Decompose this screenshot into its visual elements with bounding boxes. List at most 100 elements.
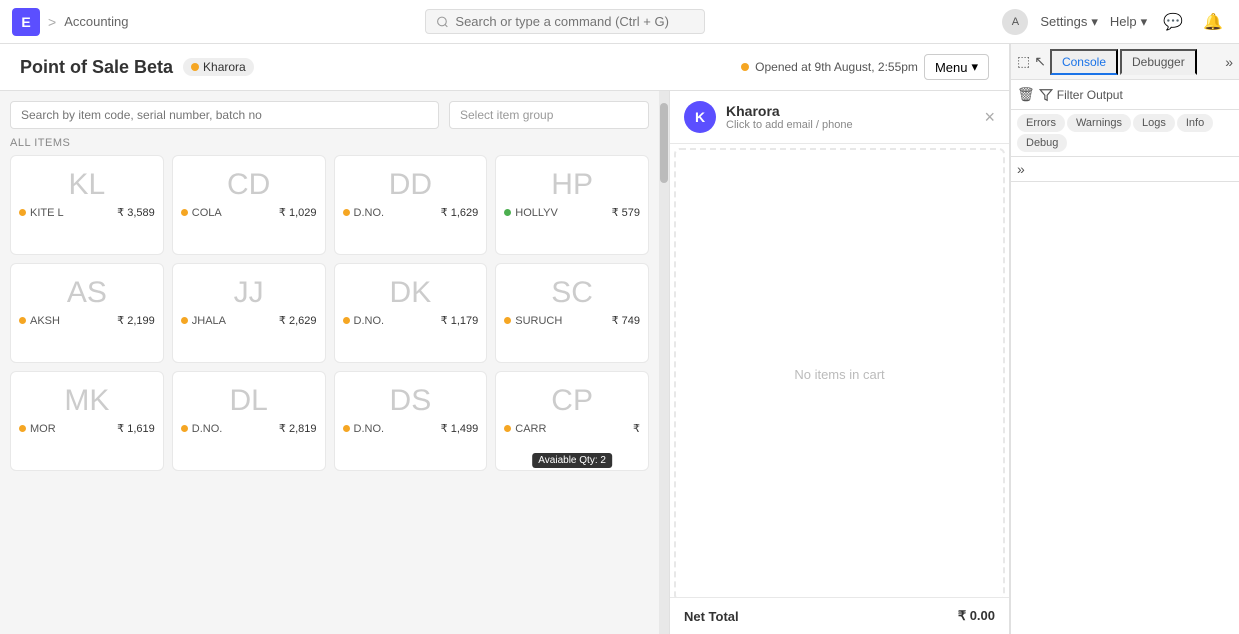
item-status-dot [19,425,26,432]
filter-logs[interactable]: Logs [1133,114,1175,132]
devtools-inspect-icon[interactable]: ⬚ [1017,53,1030,70]
item-price: ₹ 2,629 [279,314,317,327]
item-card[interactable]: MK MOR ₹ 1,619 [10,371,164,471]
net-total-row: Net Total ₹ 0.00 [684,608,995,624]
devtools-collapse-button[interactable]: » [1017,161,1025,177]
cart-customer-row: K Kharora Click to add email / phone × [670,91,1009,144]
item-abbr: CP [504,384,640,418]
net-total-label: Net Total [684,609,739,624]
session-status-dot [741,63,749,71]
scrollbar-thumb [660,103,668,183]
pos-panel: Point of Sale Beta Kharora Opened at 9th… [0,44,1009,634]
item-abbr: JJ [181,276,317,310]
search-icon [436,15,449,29]
topbar-center [137,9,995,34]
item-card[interactable]: SC SURUCH ₹ 749 [495,263,649,363]
devtools-filter-icon [1039,88,1053,102]
item-card[interactable]: DL D.NO. ₹ 2,819 [172,371,326,471]
item-name: D.NO. [354,423,437,435]
settings-button[interactable]: Settings ▾ [1040,14,1098,30]
filter-info[interactable]: Info [1177,114,1213,132]
item-footer: D.NO. ₹ 1,629 [343,206,479,219]
customer-name: Kharora [726,103,974,119]
chat-icon-button[interactable]: 💬 [1159,10,1187,34]
devtools-content-area [1011,182,1239,634]
help-button[interactable]: Help ▾ [1110,14,1147,30]
item-card[interactable]: CD COLA ₹ 1,029 [172,155,326,255]
item-footer: MOR ₹ 1,619 [19,422,155,435]
item-price: ₹ 1,029 [279,206,317,219]
item-name: SURUCH [515,315,607,327]
devtools-console-tab[interactable]: Console [1050,49,1118,75]
item-abbr: DS [343,384,479,418]
item-footer: HOLLYV ₹ 579 [504,206,640,219]
app-icon: E [12,8,40,36]
topbar: E > Accounting A Settings ▾ Help ▾ 💬 🔔 [0,0,1239,44]
cart-close-button[interactable]: × [984,107,995,128]
devtools-filter-label: Filter Output [1057,88,1123,102]
item-card[interactable]: DK D.NO. ₹ 1,179 [334,263,488,363]
devtools-cursor-icon[interactable]: ↖ [1034,53,1046,70]
menu-button[interactable]: Menu ▾ [924,54,989,80]
customer-avatar: K [684,101,716,133]
item-card[interactable]: CP CARR ₹ Avaiable Qty: 2 [495,371,649,471]
item-footer: D.NO. ₹ 1,499 [343,422,479,435]
item-search-input[interactable] [10,101,439,129]
filter-warnings[interactable]: Warnings [1067,114,1131,132]
item-footer: AKSH ₹ 2,199 [19,314,155,327]
cart-panel: K Kharora Click to add email / phone × N… [669,91,1009,634]
devtools-collapse-row: » [1011,157,1239,182]
item-status-dot [19,317,26,324]
item-name: MOR [30,423,113,435]
filter-debug[interactable]: Debug [1017,134,1067,152]
all-items-label: ALL ITEMS [10,137,649,149]
item-name: JHALA [192,315,275,327]
item-abbr: DK [343,276,479,310]
item-status-dot [343,209,350,216]
item-footer: CARR ₹ [504,422,640,435]
item-footer: JHALA ₹ 2,629 [181,314,317,327]
items-grid-wrapper[interactable]: KL KITE L ₹ 3,589 CD COLA ₹ 1,029 DD D.N… [10,155,649,624]
item-footer: COLA ₹ 1,029 [181,206,317,219]
item-name: KITE L [30,207,113,219]
session-text: Opened at 9th August, 2:55pm [755,60,918,74]
main-area: Point of Sale Beta Kharora Opened at 9th… [0,44,1239,634]
net-total-value: ₹ 0.00 [958,608,995,624]
item-card[interactable]: HP HOLLYV ₹ 579 [495,155,649,255]
item-abbr: KL [19,168,155,202]
item-footer: SURUCH ₹ 749 [504,314,640,327]
breadcrumb: Accounting [64,14,128,29]
filter-errors[interactable]: Errors [1017,114,1065,132]
items-scrollbar[interactable] [659,91,669,634]
item-status-dot [343,425,350,432]
item-group-select[interactable]: Select item group [449,101,649,129]
item-abbr: DD [343,168,479,202]
items-panel: Select item group ALL ITEMS KL KITE L ₹ … [0,91,659,634]
devtools-icons-row: ⬚ ↖ Console Debugger » [1011,44,1239,80]
devtools-more-button[interactable]: » [1225,54,1233,70]
item-status-dot [19,209,26,216]
pos-header: Point of Sale Beta Kharora Opened at 9th… [0,44,1009,91]
item-abbr: MK [19,384,155,418]
cart-items-area[interactable]: No items in cart [670,144,1009,597]
global-search-bar[interactable] [425,9,705,34]
devtools-debugger-tab[interactable]: Debugger [1120,49,1197,75]
global-search-input[interactable] [455,14,694,29]
item-card[interactable]: DD D.NO. ₹ 1,629 [334,155,488,255]
notification-icon-button[interactable]: 🔔 [1199,10,1227,34]
item-price: ₹ 1,629 [441,206,479,219]
devtools-filter-row: 🗑 Filter Output [1011,80,1239,110]
item-card[interactable]: AS AKSH ₹ 2,199 [10,263,164,363]
item-card[interactable]: DS D.NO. ₹ 1,499 [334,371,488,471]
item-name: AKSH [30,315,113,327]
item-abbr: CD [181,168,317,202]
devtools-trash-icon[interactable]: 🗑 [1017,86,1035,103]
item-card[interactable]: KL KITE L ₹ 3,589 [10,155,164,255]
shop-status-dot [191,63,199,71]
item-status-dot [181,209,188,216]
item-price: ₹ 579 [612,206,640,219]
customer-email-phone[interactable]: Click to add email / phone [726,119,974,131]
item-card[interactable]: JJ JHALA ₹ 2,629 [172,263,326,363]
customer-info: Kharora Click to add email / phone [726,103,974,131]
breadcrumb-separator: > [48,14,56,30]
